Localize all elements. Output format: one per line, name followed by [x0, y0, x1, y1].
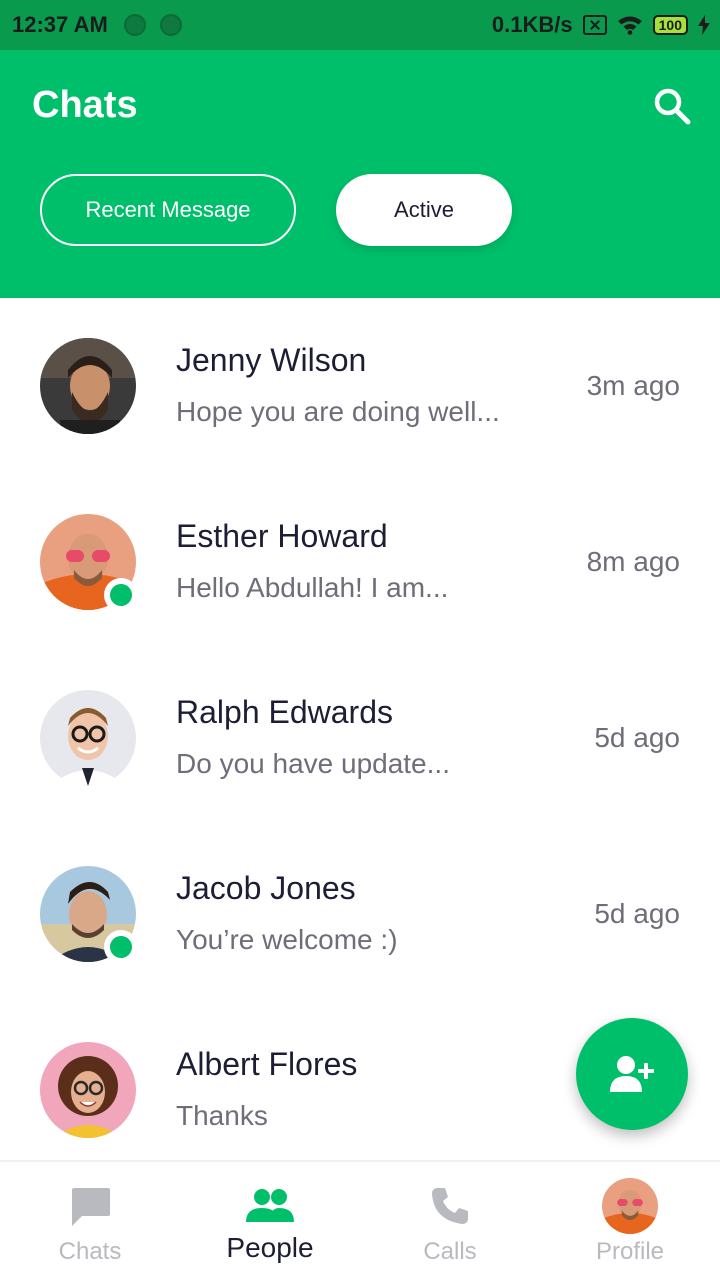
- online-status-dot: [104, 930, 138, 964]
- app-header: Chats Recent Message Active: [0, 50, 720, 298]
- avatar: [40, 866, 138, 964]
- online-status-dot: [104, 578, 138, 612]
- status-bar: 12:37 AM 0.1KB/s 100: [0, 0, 720, 50]
- no-sim-icon: [582, 15, 607, 35]
- people-icon: [246, 1182, 294, 1230]
- status-indicators: 0.1KB/s 100: [492, 12, 710, 38]
- battery-indicator: 100: [652, 15, 688, 35]
- message-time: 5d ago: [594, 898, 680, 929]
- tab-active[interactable]: Active: [336, 174, 512, 246]
- contact-name: Jenny Wilson: [176, 342, 367, 378]
- contact-name: Esther Howard: [176, 518, 388, 554]
- avatar: [40, 338, 136, 434]
- message-preview: Thanks: [176, 1100, 268, 1131]
- message-preview: Do you have update...: [176, 748, 450, 779]
- avatar: [40, 1042, 136, 1138]
- add-contact-button[interactable]: [576, 1018, 688, 1130]
- chat-row[interactable]: Esther Howard Hello Abdullah! I am... 8m…: [0, 474, 720, 650]
- add-person-icon: [610, 1056, 654, 1092]
- chat-row[interactable]: Jacob Jones You’re welcome :) 5d ago: [0, 826, 720, 1002]
- avatar: [40, 514, 138, 612]
- avatar-image: [40, 1042, 136, 1138]
- contact-name: Ralph Edwards: [176, 694, 393, 730]
- page-title: Chats: [32, 84, 138, 126]
- search-icon: [654, 88, 691, 125]
- avatar: [40, 690, 136, 786]
- notification-dot-icon: [160, 14, 182, 36]
- bottom-navigation: Chats People Calls Profile: [0, 1160, 720, 1280]
- message-preview: Hello Abdullah! I am...: [176, 572, 449, 603]
- search-button[interactable]: [652, 86, 692, 126]
- nav-label: People: [226, 1232, 314, 1263]
- avatar-image: [40, 690, 136, 786]
- network-speed: 0.1KB/s: [491, 12, 573, 37]
- message-preview: You’re welcome :): [176, 924, 398, 955]
- chat-row[interactable]: Jenny Wilson Hope you are doing well... …: [0, 298, 720, 474]
- profile-avatar: [602, 1178, 658, 1234]
- wifi-icon: [617, 16, 642, 35]
- nav-label: Profile: [595, 1238, 665, 1265]
- chat-bubble-icon: [66, 1182, 114, 1230]
- message-preview: Hope you are doing well...: [176, 396, 500, 427]
- tab-recent-message[interactable]: Recent Message: [40, 174, 296, 246]
- notification-dot-icon: [124, 14, 146, 36]
- message-time: 3m ago: [586, 370, 680, 401]
- nav-item-calls[interactable]: Calls: [360, 1162, 540, 1280]
- nav-label: Chats: [58, 1238, 122, 1265]
- phone-icon: [426, 1182, 474, 1230]
- message-time: 8m ago: [586, 546, 680, 577]
- avatar-image: [40, 338, 136, 434]
- nav-item-people[interactable]: People: [180, 1162, 360, 1280]
- contact-name: Jacob Jones: [176, 870, 356, 906]
- nav-label: Calls: [423, 1238, 477, 1265]
- contact-name: Albert Flores: [176, 1046, 358, 1082]
- nav-item-chats[interactable]: Chats: [0, 1162, 180, 1280]
- chat-row[interactable]: Ralph Edwards Do you have update... 5d a…: [0, 650, 720, 826]
- message-time: 5d ago: [594, 722, 680, 753]
- charging-icon: [698, 15, 710, 35]
- nav-item-profile[interactable]: Profile: [540, 1162, 720, 1280]
- status-time: 12:37 AM: [12, 12, 108, 37]
